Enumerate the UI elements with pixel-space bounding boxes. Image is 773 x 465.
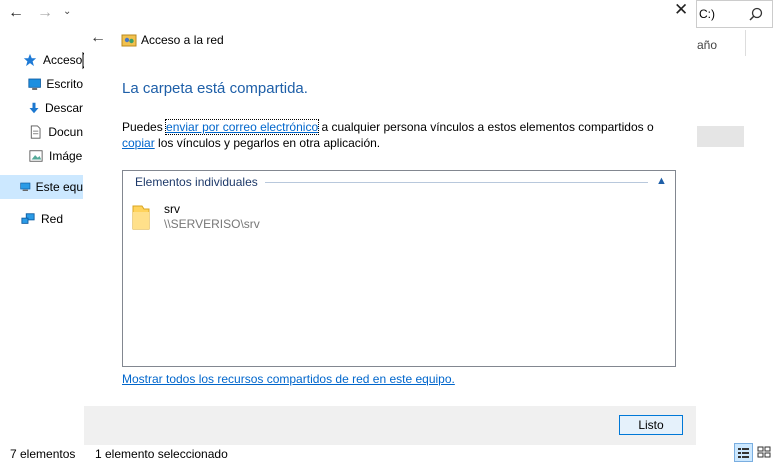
sidebar-item-label: Descar bbox=[44, 101, 83, 115]
sidebar-item-label: Escrito bbox=[46, 77, 83, 91]
dialog-title: Acceso a la red bbox=[141, 33, 224, 47]
shared-items-list: Elementos individuales ▲ srv \\SERVERISO… bbox=[122, 170, 676, 367]
large-icons-view-button[interactable] bbox=[755, 443, 773, 462]
sidebar-item-label: Docun bbox=[48, 125, 83, 139]
share-description: Puedes enviar por correo electrónico a c… bbox=[122, 119, 682, 151]
copy-link[interactable]: copiar bbox=[122, 136, 155, 150]
details-view-icon bbox=[738, 448, 749, 458]
sidebar-item-label: Acceso bbox=[43, 53, 83, 67]
chevron-down-icon[interactable]: ⌄ bbox=[63, 6, 71, 17]
item-name: srv bbox=[164, 202, 180, 216]
column-header-year[interactable]: año bbox=[697, 38, 717, 52]
star-icon bbox=[23, 53, 37, 67]
sidebar-item-label: Red bbox=[41, 212, 64, 226]
large-icons-view-icon bbox=[757, 446, 771, 458]
list-item[interactable]: srv \\SERVERISO\srv bbox=[131, 201, 331, 235]
email-link[interactable]: enviar por correo electrónico bbox=[165, 119, 320, 135]
desktop-icon bbox=[28, 78, 41, 90]
status-bar-spacer bbox=[222, 445, 696, 465]
back-arrow-icon[interactable]: ← bbox=[90, 29, 106, 47]
status-selection: 1 elemento seleccionado bbox=[95, 447, 228, 461]
sidebar-item-desktop[interactable]: Escrito bbox=[0, 72, 83, 96]
sidebar-item-this-pc[interactable]: Este equ bbox=[0, 175, 83, 199]
forward-arrow-icon[interactable]: → bbox=[37, 4, 53, 22]
dialog-heading: La carpeta está compartida. bbox=[122, 80, 308, 97]
search-text: C:) bbox=[699, 7, 715, 21]
sidebar-item-downloads[interactable]: Descar bbox=[0, 96, 83, 120]
status-item-count: 7 elementos bbox=[10, 447, 76, 461]
search-icon bbox=[749, 7, 763, 21]
selected-row-fragment bbox=[697, 126, 744, 147]
search-box[interactable]: C:) bbox=[696, 0, 773, 28]
description-text: a cualquier persona vínculos a estos ele… bbox=[318, 120, 654, 134]
back-arrow-icon[interactable]: ← bbox=[8, 4, 24, 22]
dialog-footer bbox=[84, 406, 696, 445]
download-icon bbox=[29, 102, 39, 114]
document-icon bbox=[30, 125, 41, 139]
picture-icon bbox=[29, 150, 43, 162]
sidebar-item-documents[interactable]: Docun bbox=[0, 120, 83, 144]
sidebar-item-label: Este equ bbox=[35, 180, 83, 194]
sidebar-item-label: Imáge bbox=[49, 149, 83, 163]
show-all-shares-link[interactable]: Mostrar todos los recursos compartidos d… bbox=[122, 372, 455, 386]
network-users-icon bbox=[121, 34, 137, 47]
close-icon[interactable]: ✕ bbox=[674, 0, 688, 20]
network-icon bbox=[21, 213, 35, 224]
details-view-button[interactable] bbox=[734, 443, 753, 462]
description-text: los vínculos y pegarlos en otra aplicaci… bbox=[154, 136, 381, 150]
description-text: Puedes bbox=[122, 120, 167, 134]
item-path: \\SERVERISO\srv bbox=[164, 217, 260, 231]
done-button[interactable]: Listo bbox=[619, 415, 683, 435]
sidebar-item-network[interactable]: Red bbox=[0, 207, 83, 231]
computer-icon bbox=[20, 182, 31, 191]
sidebar-item-quick-access[interactable]: Acceso bbox=[0, 48, 83, 72]
group-header-title: Elementos individuales bbox=[135, 175, 258, 189]
folder-icon bbox=[132, 205, 150, 230]
group-header-line bbox=[265, 182, 648, 183]
column-divider bbox=[745, 30, 746, 56]
network-access-dialog: ← Acceso a la red ✕ La carpeta está comp… bbox=[84, 0, 696, 445]
collapse-chevron-icon[interactable]: ▲ bbox=[656, 175, 667, 187]
sidebar-item-pictures[interactable]: Imáge bbox=[0, 144, 83, 168]
